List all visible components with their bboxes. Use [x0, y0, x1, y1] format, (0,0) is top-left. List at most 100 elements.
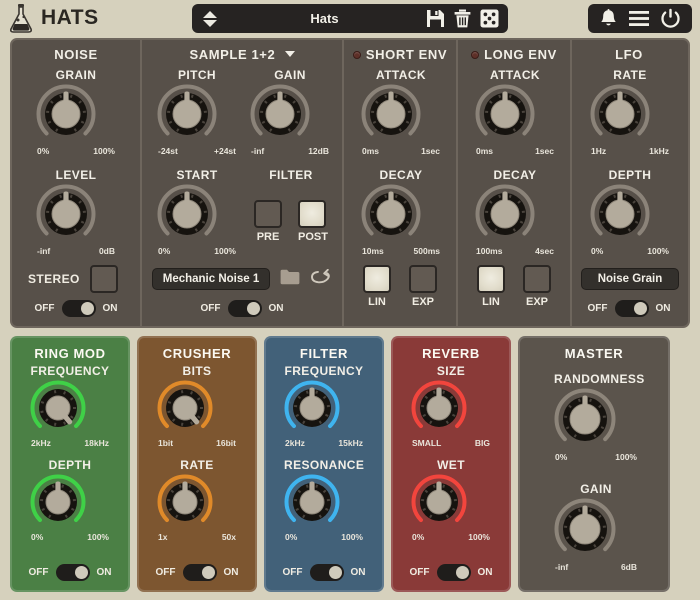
sample-title-row[interactable]: SAMPLE 1+2	[142, 40, 342, 62]
knob-label: BITS	[157, 364, 237, 378]
knob-dial[interactable]	[157, 184, 237, 244]
section-ring-mod: RING MOD FREQUENCY 2kHz 18kHz DEPTH 0% 1…	[10, 336, 130, 592]
short-env-lin-button[interactable]: LIN	[363, 265, 391, 308]
knob-dial[interactable]	[361, 184, 441, 244]
knob-short-attack[interactable]: ATTACK 0ms 1sec	[361, 68, 441, 156]
knob-reverb-wet[interactable]: WET 0% 100%	[411, 458, 491, 542]
short-env-lin-led[interactable]	[363, 265, 391, 293]
knob-master-gain[interactable]: GAIN -inf 6dB	[554, 482, 638, 572]
toggle-track[interactable]	[228, 300, 262, 317]
toggle-track[interactable]	[615, 300, 649, 317]
lfo-target-select[interactable]: Noise Grain	[581, 268, 679, 290]
knob-dial[interactable]	[361, 84, 441, 144]
filter-power-toggle[interactable]: OFF ON	[266, 564, 382, 581]
knob-dial[interactable]	[590, 184, 670, 244]
knob-noise-grain[interactable]: GRAIN 0% 100%	[36, 68, 116, 156]
toggle-track[interactable]	[437, 564, 471, 581]
preset-name[interactable]: Hats	[223, 11, 426, 26]
reverb-power-toggle[interactable]: OFF ON	[393, 564, 509, 581]
triangle-up-icon[interactable]	[203, 11, 217, 18]
crusher-power-toggle[interactable]: OFF ON	[139, 564, 255, 581]
loop-icon[interactable]	[310, 269, 332, 290]
knob-lfo-rate[interactable]: RATE 1Hz 1kHz	[590, 68, 670, 156]
knob-filter-frequency[interactable]: FREQUENCY 2kHz 15kHz	[284, 364, 364, 448]
knob-dial[interactable]	[475, 84, 555, 144]
knob-noise-level[interactable]: LEVEL -inf 0dB	[36, 168, 116, 256]
filter-post-button[interactable]: POST	[298, 200, 328, 243]
long-env-curve-buttons: LIN EXP	[458, 265, 570, 308]
triangle-down-icon[interactable]	[203, 20, 217, 27]
knob-dial[interactable]	[250, 84, 330, 144]
bell-icon[interactable]	[599, 9, 618, 29]
knob-sample-gain[interactable]: GAIN -inf 12dB	[250, 68, 330, 156]
knob-dial[interactable]	[554, 388, 638, 450]
knob-dial[interactable]	[36, 184, 116, 244]
knob-reverb-size[interactable]: SIZE SMALL BIG	[411, 364, 491, 448]
preset-stepper[interactable]	[197, 11, 223, 27]
master-title: MASTER	[520, 338, 668, 361]
sample-file-name[interactable]: Mechanic Noise 1	[152, 268, 270, 290]
filter-pre-led[interactable]	[254, 200, 282, 228]
knob-label: RATE	[590, 68, 670, 82]
knob-dial[interactable]	[411, 474, 491, 530]
knob-min: -24st	[158, 146, 178, 156]
knob-short-decay[interactable]: DECAY 10ms 500ms	[361, 168, 441, 256]
filter-post-led[interactable]	[298, 200, 326, 228]
trash-icon[interactable]	[454, 9, 471, 28]
knob-sample-pitch[interactable]: PITCH -24st +24st	[157, 68, 237, 156]
knob-dial[interactable]	[554, 498, 638, 560]
knob-dial[interactable]	[157, 474, 237, 530]
knob-long-attack[interactable]: ATTACK 0ms 1sec	[475, 68, 555, 156]
knob-crusher-bits[interactable]: BITS 1bit 16bit	[157, 364, 237, 448]
knob-label: FREQUENCY	[284, 364, 364, 378]
toggle-knob	[634, 302, 647, 315]
knob-filter-resonance[interactable]: RESONANCE 0% 100%	[284, 458, 364, 542]
knob-max: 6dB	[621, 562, 637, 572]
short-env-exp-led[interactable]	[409, 265, 437, 293]
knob-dial[interactable]	[284, 474, 364, 530]
long-env-exp-button[interactable]: EXP	[523, 265, 551, 308]
dice-icon[interactable]	[480, 9, 499, 28]
lfo-title: LFO	[572, 40, 686, 62]
folder-icon[interactable]	[280, 269, 300, 290]
knob-dial[interactable]	[284, 380, 364, 436]
knob-crusher-rate[interactable]: RATE 1x 50x	[157, 458, 237, 542]
noise-power-toggle[interactable]: OFF ON	[12, 300, 140, 317]
toggle-track[interactable]	[62, 300, 96, 317]
knob-master-randomness[interactable]: RANDOMNESS 0% 100%	[554, 372, 638, 462]
ring-mod-power-toggle[interactable]: OFF ON	[12, 564, 128, 581]
knob-long-decay[interactable]: DECAY 100ms 4sec	[475, 168, 555, 256]
long-env-lin-led[interactable]	[477, 265, 505, 293]
long-env-exp-led[interactable]	[523, 265, 551, 293]
filter-pre-button[interactable]: PRE	[254, 200, 282, 243]
knob-sample-start[interactable]: START 0% 100%	[157, 168, 237, 256]
lfo-power-toggle[interactable]: OFF ON	[572, 300, 686, 317]
knob-dial[interactable]	[590, 84, 670, 144]
toggle-track[interactable]	[56, 564, 90, 581]
short-env-exp-button[interactable]: EXP	[409, 265, 437, 308]
stereo-toggle-button[interactable]	[90, 265, 118, 293]
power-icon[interactable]	[660, 8, 681, 29]
knob-dial[interactable]	[157, 84, 237, 144]
long-env-lin-button[interactable]: LIN	[477, 265, 505, 308]
knob-dial[interactable]	[475, 184, 555, 244]
toggle-track[interactable]	[310, 564, 344, 581]
knob-max: +24st	[214, 146, 236, 156]
chevron-down-icon[interactable]	[285, 51, 295, 57]
sample-power-toggle[interactable]: OFF ON	[142, 300, 342, 317]
knob-min: 0%	[37, 146, 49, 156]
toggle-track[interactable]	[183, 564, 217, 581]
knob-dial[interactable]	[157, 380, 237, 436]
knob-dial[interactable]	[30, 380, 110, 436]
flask-icon	[8, 3, 34, 33]
knob-dial[interactable]	[30, 474, 110, 530]
stereo-control[interactable]: STEREO	[28, 265, 118, 293]
save-floppy-icon[interactable]	[426, 9, 445, 28]
knob-ringmod-frequency[interactable]: FREQUENCY 2kHz 18kHz	[30, 364, 110, 448]
knob-lfo-depth[interactable]: DEPTH 0% 100%	[590, 168, 670, 256]
knob-min: 1x	[158, 532, 167, 542]
hamburger-menu-icon[interactable]	[629, 10, 649, 27]
knob-dial[interactable]	[36, 84, 116, 144]
knob-ringmod-depth[interactable]: DEPTH 0% 100%	[30, 458, 110, 542]
knob-dial[interactable]	[411, 380, 491, 436]
